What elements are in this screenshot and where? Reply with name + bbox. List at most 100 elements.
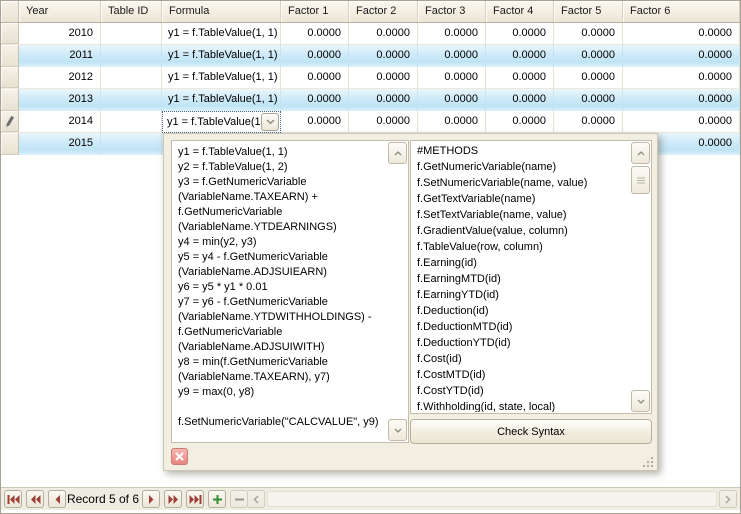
row-indicator[interactable] [1,89,19,111]
factor-cell[interactable]: 0.0000 [554,67,623,88]
prev-page-button[interactable] [26,490,44,508]
factor-cell[interactable]: 0.0000 [349,111,418,132]
factor-cell[interactable]: 0.0000 [418,67,486,88]
column-header-year[interactable]: Year [19,1,101,22]
factor-cell[interactable]: 0.0000 [623,89,740,111]
formula-scrollbar[interactable] [388,142,407,441]
next-record-button[interactable] [142,490,160,508]
column-header-factor-2[interactable]: Factor 2 [349,1,418,22]
scroll-left-button[interactable] [247,490,265,508]
method-item[interactable]: #METHODS [412,143,630,159]
dropdown-button[interactable] [261,113,279,131]
table-id-cell[interactable] [101,89,162,111]
factor-cell[interactable]: 0.0000 [349,23,418,44]
close-button[interactable] [171,448,188,465]
factor-cell[interactable]: 0.0000 [623,67,740,88]
method-item[interactable]: f.Withholding(id, state, local) [412,399,630,412]
factor-cell[interactable]: 0.0000 [486,23,554,44]
year-cell[interactable]: 2015 [19,133,101,155]
methods-scrollbar[interactable] [631,142,650,412]
method-item[interactable]: f.Earning(id) [412,255,630,271]
formula-editor-value[interactable]: y1 = f.TableValue(1, [163,112,261,133]
factor-cell[interactable]: 0.0000 [418,45,486,67]
check-syntax-button[interactable]: Check Syntax [410,419,652,444]
column-header-factor-3[interactable]: Factor 3 [418,1,486,22]
column-header-factor-1[interactable]: Factor 1 [281,1,349,22]
method-item[interactable]: f.DeductionMTD(id) [412,319,630,335]
scroll-right-button[interactable] [719,490,737,508]
formula-cell[interactable]: y1 = f.TableValue(1, 1) [162,23,281,44]
horizontal-scrollbar-track[interactable] [267,491,717,507]
row-indicator[interactable] [1,133,19,155]
formula-cell[interactable]: y1 = f.TableValue(1, 1) [162,67,281,88]
method-item[interactable]: f.CostYTD(id) [412,383,630,399]
method-item[interactable]: f.EarningYTD(id) [412,287,630,303]
factor-cell[interactable]: 0.0000 [554,45,623,67]
year-cell[interactable]: 2012 [19,67,101,88]
method-item[interactable]: f.CostMTD(id) [412,367,630,383]
factor-cell[interactable]: 0.0000 [623,45,740,67]
method-item[interactable]: f.SetNumericVariable(name, value) [412,175,630,191]
method-item[interactable]: f.Deduction(id) [412,303,630,319]
table-id-cell[interactable] [101,23,162,44]
table-id-cell[interactable] [101,133,162,155]
scroll-down-button[interactable] [388,419,407,441]
year-cell[interactable]: 2010 [19,23,101,44]
scroll-down-button[interactable] [631,390,650,412]
delete-record-button[interactable] [230,490,248,508]
year-cell[interactable]: 2014 [19,111,101,132]
factor-cell[interactable]: 0.0000 [486,67,554,88]
scrollbar-thumb[interactable] [631,166,650,194]
scroll-up-button[interactable] [388,142,407,164]
factor-cell[interactable]: 0.0000 [486,111,554,132]
resize-grip[interactable] [643,456,654,467]
factor-cell[interactable]: 0.0000 [418,89,486,111]
formula-textarea[interactable]: y1 = f.TableValue(1, 1) y2 = f.TableValu… [171,140,409,443]
method-item[interactable]: f.GetTextVariable(name) [412,191,630,207]
column-header-factor-4[interactable]: Factor 4 [486,1,554,22]
next-page-button[interactable] [164,490,182,508]
row-indicator[interactable] [1,67,19,88]
factor-cell[interactable]: 0.0000 [349,67,418,88]
method-item[interactable]: f.SetTextVariable(name, value) [412,207,630,223]
method-item[interactable]: f.DeductionYTD(id) [412,335,630,351]
year-cell[interactable]: 2011 [19,45,101,67]
factor-cell[interactable]: 0.0000 [281,89,349,111]
row-indicator-editing[interactable] [1,111,19,132]
factor-cell[interactable]: 0.0000 [486,45,554,67]
factor-cell[interactable]: 0.0000 [281,111,349,132]
column-header-table-id[interactable]: Table ID [101,1,162,22]
method-item[interactable]: f.EarningMTD(id) [412,271,630,287]
prev-record-button[interactable] [48,490,66,508]
method-item[interactable]: f.TableValue(row, column) [412,239,630,255]
factor-cell[interactable]: 0.0000 [554,111,623,132]
formula-text[interactable]: y1 = f.TableValue(1, 1) y2 = f.TableValu… [178,145,386,439]
factor-cell[interactable]: 0.0000 [486,89,554,111]
table-id-cell[interactable] [101,111,162,132]
column-header-factor-5[interactable]: Factor 5 [554,1,623,22]
factor-cell[interactable]: 0.0000 [623,23,740,44]
factor-cell[interactable]: 0.0000 [281,45,349,67]
last-record-button[interactable] [186,490,204,508]
add-record-button[interactable] [208,490,226,508]
factor-cell[interactable]: 0.0000 [623,111,740,132]
first-record-button[interactable] [4,490,22,508]
factor-cell[interactable]: 0.0000 [349,89,418,111]
formula-edit-cell[interactable]: y1 = f.TableValue(1, [162,111,281,133]
factor-cell[interactable]: 0.0000 [281,67,349,88]
scroll-up-button[interactable] [631,142,650,164]
formula-cell[interactable]: y1 = f.TableValue(1, 1) [162,45,281,67]
factor-cell[interactable]: 0.0000 [418,23,486,44]
factor-cell[interactable]: 0.0000 [418,111,486,132]
year-cell[interactable]: 2013 [19,89,101,111]
method-item[interactable]: f.GetNumericVariable(name) [412,159,630,175]
method-item[interactable]: f.Cost(id) [412,351,630,367]
row-indicator[interactable] [1,45,19,67]
factor-cell[interactable]: 0.0000 [554,23,623,44]
table-id-cell[interactable] [101,67,162,88]
formula-cell[interactable]: y1 = f.TableValue(1, 1) [162,89,281,111]
row-indicator[interactable] [1,23,19,44]
method-item[interactable]: f.GradientValue(value, column) [412,223,630,239]
factor-cell[interactable]: 0.0000 [349,45,418,67]
column-header-formula[interactable]: Formula [162,1,281,22]
